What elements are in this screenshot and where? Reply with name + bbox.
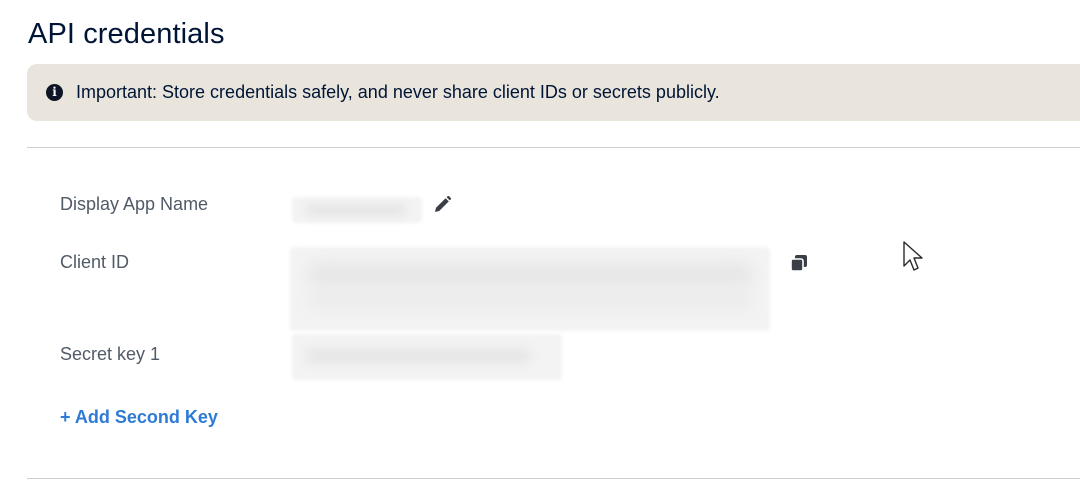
bottom-divider: [27, 478, 1080, 479]
copy-icon[interactable]: [789, 253, 809, 273]
display-app-name-label: Display App Name: [60, 194, 209, 214]
display-app-name-value-redacted: [292, 197, 422, 223]
add-second-key-link[interactable]: + Add Second Key: [60, 407, 218, 428]
important-notice-banner: i Important: Store credentials safely, a…: [27, 64, 1080, 121]
notice-text: Important: Store credentials safely, and…: [76, 82, 720, 102]
info-icon: i: [46, 84, 63, 101]
api-credentials-page: API credentials i Important: Store crede…: [0, 0, 1080, 490]
client-id-value-redacted: [290, 247, 770, 331]
pencil-icon[interactable]: [432, 195, 452, 215]
secret-key-1-label: Secret key 1: [60, 344, 161, 364]
client-id-label: Client ID: [60, 252, 130, 272]
page-title: API credentials: [28, 18, 225, 50]
secret-key-1-value-redacted: [292, 334, 562, 380]
mouse-cursor-icon: [903, 241, 923, 271]
top-divider: [27, 147, 1080, 148]
